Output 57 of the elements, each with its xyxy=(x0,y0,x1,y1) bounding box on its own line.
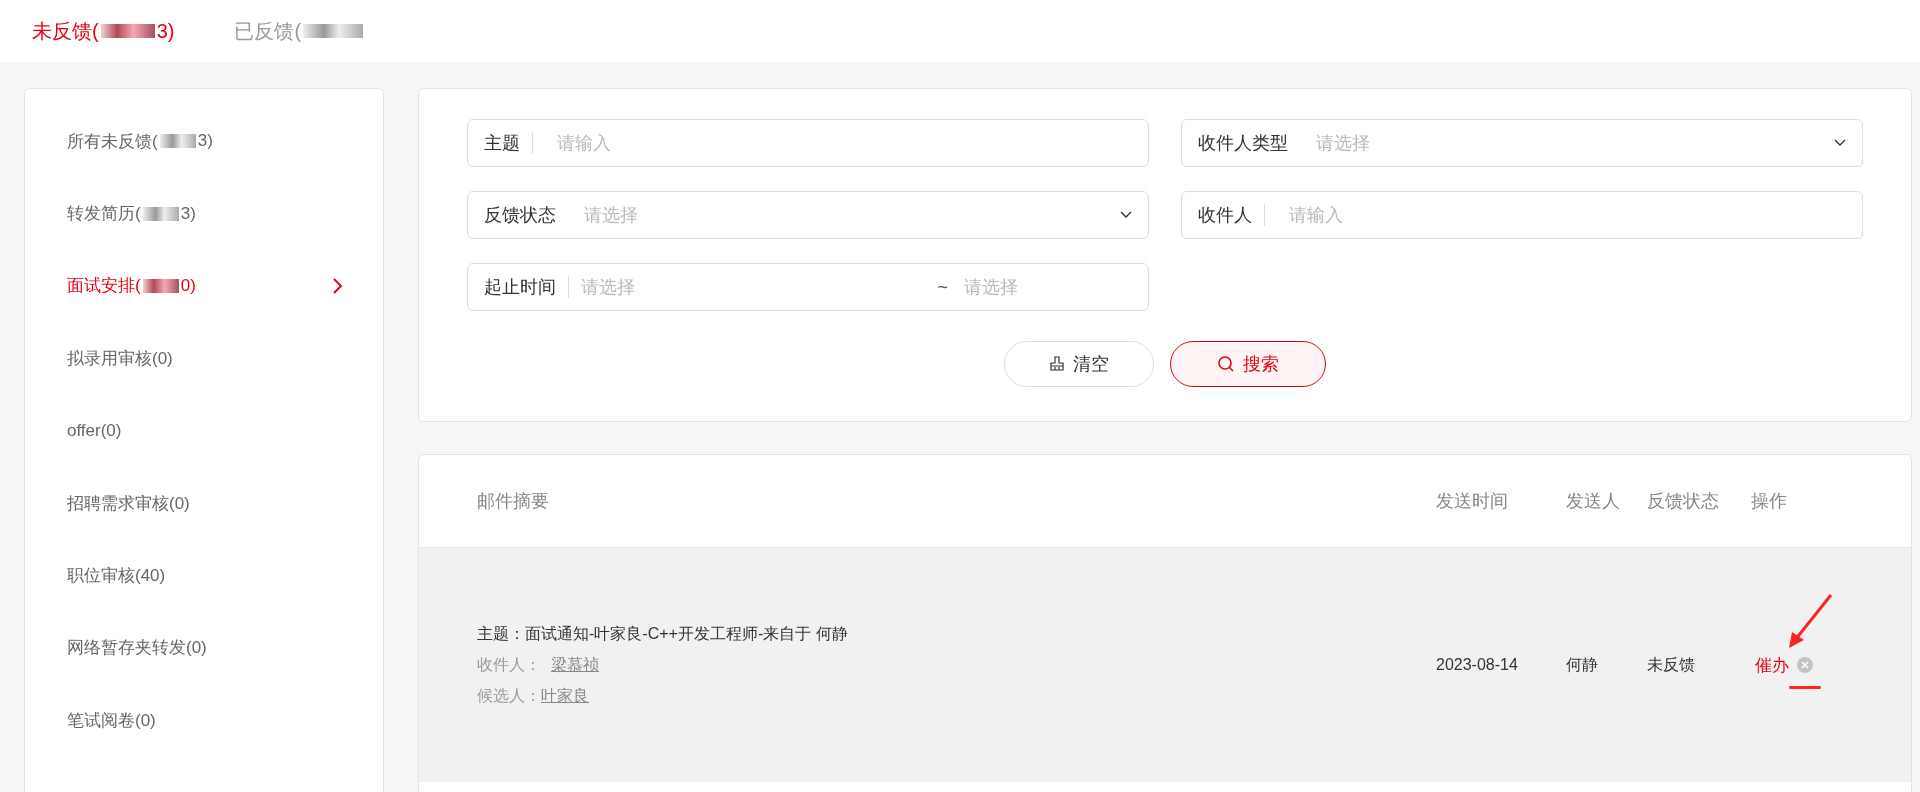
column-header: 发送人 xyxy=(1566,490,1621,513)
range-separator: ~ xyxy=(936,276,949,298)
annotation-underline xyxy=(1789,685,1821,689)
field-label: 主题 xyxy=(484,132,520,155)
remind-link[interactable]: 催办 xyxy=(1755,653,1789,677)
text-field[interactable]: 主题 请输入 xyxy=(467,119,1149,167)
placeholder: 请输入 xyxy=(557,132,611,155)
field-label: 收件人类型 xyxy=(1198,132,1288,155)
redaction-mark xyxy=(142,206,179,221)
select-field[interactable]: 反馈状态 请选择 xyxy=(467,191,1149,239)
annotation-arrow xyxy=(1787,593,1833,650)
placeholder: 请选择 xyxy=(581,276,635,299)
field-label: 候选人： xyxy=(477,685,541,706)
send-date: 2023-08-14 xyxy=(1436,656,1519,674)
sidebar-item[interactable]: 职位审核(40) xyxy=(25,539,383,612)
text-field[interactable]: 收件人 请输入 xyxy=(1181,191,1863,239)
placeholder: 请选择 xyxy=(964,276,1018,299)
chevron-down-icon xyxy=(1120,211,1132,219)
field-label: 收件人 xyxy=(1198,204,1252,227)
field-label: 起止时间 xyxy=(484,276,556,299)
column-header: 邮件摘要 xyxy=(477,490,550,513)
redaction-mark xyxy=(159,134,196,149)
sender-name: 何静 xyxy=(1566,654,1599,675)
search-button[interactable]: 搜索 xyxy=(1170,341,1326,387)
redaction-mark xyxy=(100,24,155,38)
close-icon[interactable] xyxy=(1797,657,1813,673)
mail-subject: 主题：面试通知-叶家良-C++开发工程师-来自于 何静 xyxy=(477,623,849,644)
sidebar-item[interactable]: 网络暂存夹转发(0) xyxy=(25,611,383,685)
clear-button[interactable]: 清空 xyxy=(1004,341,1154,387)
field-label: 收件人： xyxy=(477,654,541,675)
sidebar-item[interactable]: 所有未反馈( 3) xyxy=(25,105,383,178)
recipient-link[interactable]: 梁慕祯 xyxy=(551,654,599,676)
date-range-field[interactable]: 起止时间 请选择 ~ 请选择 xyxy=(467,263,1149,311)
placeholder: 请输入 xyxy=(1289,204,1343,227)
redaction-mark xyxy=(142,278,179,293)
search-icon xyxy=(1217,355,1235,373)
table-row[interactable]: 主题：面试通知-叶家良-C++开发工程师-来自于 何静 收件人： 梁慕祯 候选人：叶家良 2023-08-14 何静 未反馈 催办 xyxy=(419,548,1911,782)
sidebar-item[interactable]: 面试安排( 0) xyxy=(25,249,383,323)
sidebar-item[interactable]: 转发简历( 3) xyxy=(25,177,383,250)
field-label: 反馈状态 xyxy=(484,204,556,227)
column-header: 反馈状态 xyxy=(1647,490,1720,513)
sidebar-item[interactable]: 拟录用审核(0) xyxy=(25,322,383,395)
column-header: 发送时间 xyxy=(1436,490,1509,513)
feedback-status: 未反馈 xyxy=(1647,654,1696,675)
sidebar-item[interactable]: 笔试阅卷(0) xyxy=(25,684,383,757)
tab[interactable]: 未反馈( 3) xyxy=(32,17,175,45)
sidebar-item[interactable]: 招聘需求审核(0) xyxy=(25,466,383,540)
sidebar-item[interactable]: offer(0) xyxy=(25,394,383,467)
placeholder: 请选择 xyxy=(584,204,638,227)
chevron-right-icon xyxy=(333,277,343,294)
placeholder: 请选择 xyxy=(1316,132,1370,155)
column-header: 操作 xyxy=(1751,490,1788,513)
select-field[interactable]: 收件人类型 请选择 xyxy=(1181,119,1863,167)
chevron-down-icon xyxy=(1834,139,1846,147)
redaction-mark xyxy=(303,24,364,38)
candidate-link[interactable]: 叶家良 xyxy=(541,685,589,707)
broom-icon xyxy=(1049,356,1065,372)
